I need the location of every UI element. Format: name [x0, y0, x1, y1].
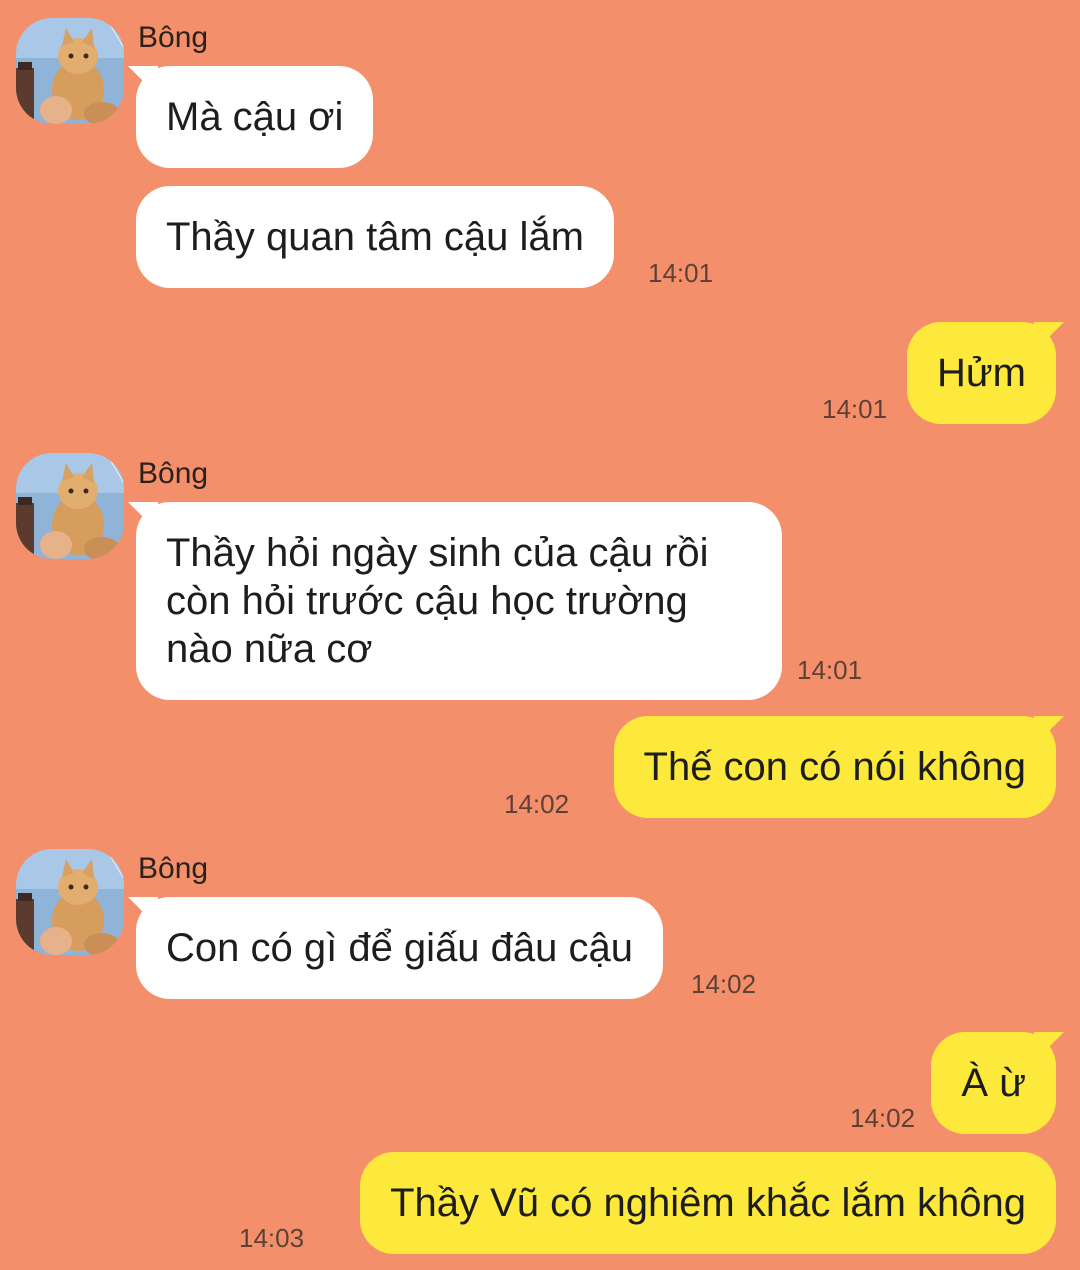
sender-name: Bông	[138, 852, 209, 885]
sender-name: Bông	[138, 457, 209, 490]
message-bubble-incoming[interactable]: Con có gì để giấu đâu cậu	[136, 897, 664, 999]
message-timestamp: 14:01	[822, 394, 888, 424]
cat-avatar-icon	[16, 453, 124, 559]
message-timestamp: 14:02	[504, 789, 570, 819]
cat-avatar-icon	[16, 18, 124, 124]
contact-avatar[interactable]	[16, 849, 124, 955]
message-text: Thầy Vũ có nghiêm khắc lắm không	[390, 1181, 1026, 1225]
message-text: À ừ	[961, 1061, 1026, 1105]
message-timestamp: 14:02	[691, 969, 757, 999]
message-timestamp: 14:01	[648, 258, 714, 288]
message-bubble-incoming[interactable]: Thầy hỏi ngày sinh của cậu rồi còn hỏi t…	[136, 502, 782, 700]
message-text: Mà cậu ơi	[166, 95, 344, 139]
message-bubble-incoming[interactable]: Mà cậu ơi	[136, 66, 374, 168]
message-bubble-outgoing[interactable]: Thế con có nói không	[613, 716, 1056, 818]
message-text: Thế con có nói không	[643, 745, 1026, 789]
message-text: Hửm	[937, 351, 1026, 395]
message-timestamp: 14:02	[850, 1103, 916, 1133]
message-bubble-incoming[interactable]: Thầy quan tâm cậu lắm	[136, 186, 614, 288]
message-text: Thầy hỏi ngày sinh của cậu rồi còn hỏi t…	[166, 531, 709, 671]
message-timestamp: 14:01	[797, 655, 863, 685]
message-bubble-outgoing[interactable]: Hửm	[907, 322, 1056, 424]
message-bubble-outgoing[interactable]: Thầy Vũ có nghiêm khắc lắm không	[360, 1152, 1056, 1254]
message-text: Thầy quan tâm cậu lắm	[166, 215, 584, 259]
sender-name: Bông	[138, 21, 209, 54]
contact-avatar[interactable]	[16, 18, 124, 124]
message-timestamp: 14:03	[239, 1223, 305, 1253]
contact-avatar[interactable]	[16, 453, 124, 559]
message-text: Con có gì để giấu đâu cậu	[166, 926, 634, 970]
message-bubble-outgoing[interactable]: À ừ	[931, 1032, 1056, 1134]
cat-avatar-icon	[16, 849, 124, 955]
